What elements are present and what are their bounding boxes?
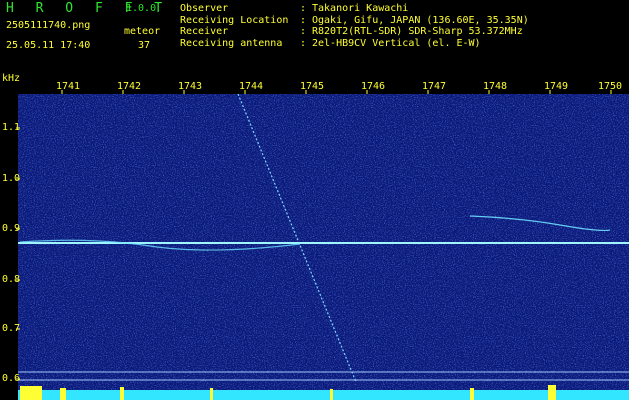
info-row-antenna: Receiving antenna: 2el-HB9CV Vertical (e… bbox=[180, 38, 529, 50]
y-tick-label: 0.9 bbox=[2, 223, 21, 234]
y-tick-label: 0.6 bbox=[2, 373, 21, 384]
x-tick-label: 1749 bbox=[544, 81, 569, 92]
info-value: R820T2(RTL-SDR) SDR-Sharp 53.372MHz bbox=[312, 26, 523, 37]
meteor-count: 37 bbox=[138, 40, 151, 51]
info-sep: : bbox=[300, 26, 313, 37]
info-value: 2el-HB9CV Vertical (el. E-W) bbox=[312, 37, 481, 49]
x-tick-label: 1747 bbox=[422, 81, 447, 92]
station-info: Observer: Takanori Kawachi Receiving Loc… bbox=[180, 3, 529, 49]
info-key: Receiver bbox=[180, 26, 229, 37]
info-row-observer: Observer: Takanori Kawachi bbox=[180, 3, 529, 15]
x-tick-label: 1744 bbox=[239, 81, 264, 92]
x-tick-label: 1746 bbox=[361, 81, 386, 92]
level-meter-bar bbox=[18, 390, 629, 400]
info-sep: : bbox=[300, 3, 313, 14]
info-sep: : bbox=[300, 14, 313, 26]
info-value: Ogaki, Gifu, JAPAN (136.60E, 35.35N) bbox=[312, 14, 529, 26]
y-tick-label: 1.1 bbox=[2, 122, 21, 133]
info-key: Observer bbox=[180, 3, 229, 14]
x-tick-label: 1750 bbox=[598, 81, 623, 92]
y-tick-label: 1.0 bbox=[2, 173, 21, 184]
info-key: Receiving Location bbox=[180, 14, 289, 26]
spectrogram bbox=[0, 72, 629, 400]
y-tick-label: 0.7 bbox=[2, 323, 21, 334]
info-value: Takanori Kawachi bbox=[312, 3, 409, 14]
y-tick-label: 0.8 bbox=[2, 274, 21, 285]
header-panel: H R O F F T 1.0.0 2505111740.png 25.05.1… bbox=[0, 0, 629, 72]
file-name: 2505111740.png bbox=[6, 20, 91, 31]
x-tick-label: 1745 bbox=[300, 81, 325, 92]
info-row-receiver: Receiver: R820T2(RTL-SDR) SDR-Sharp 53.3… bbox=[180, 26, 529, 38]
y-axis-unit: kHz bbox=[2, 73, 21, 84]
info-key: Receiving antenna bbox=[180, 37, 283, 49]
x-tick-label: 1743 bbox=[178, 81, 203, 92]
spectrogram-noise bbox=[0, 72, 629, 400]
left-axis-band bbox=[0, 94, 18, 400]
x-tick-label: 1742 bbox=[117, 81, 142, 92]
x-tick-label: 1741 bbox=[56, 81, 81, 92]
app-version: 1.0.0 bbox=[126, 3, 157, 14]
timestamp: 25.05.11 17:40 bbox=[6, 40, 91, 51]
meteor-label: meteor bbox=[124, 26, 161, 37]
info-sep: : bbox=[300, 37, 313, 49]
info-row-location: Receiving Location: Ogaki, Gifu, JAPAN (… bbox=[180, 15, 529, 27]
x-tick-label: 1748 bbox=[483, 81, 508, 92]
